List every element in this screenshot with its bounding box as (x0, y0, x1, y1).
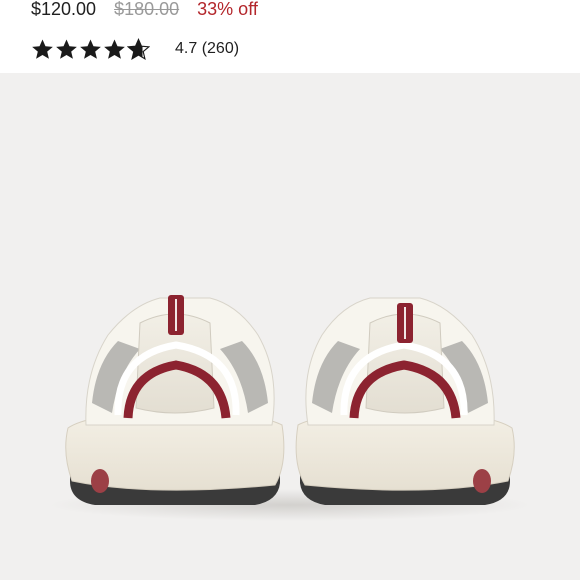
discount-badge: 33% off (197, 0, 258, 19)
right-shoe (295, 297, 515, 505)
star-rating (31, 37, 150, 61)
left-shoe (65, 295, 285, 505)
rating-row[interactable]: 4.7 (260) (31, 37, 239, 61)
star-icon (56, 38, 77, 59)
star-icon (80, 38, 101, 59)
partial-star-icon (127, 37, 150, 60)
star-icon (32, 38, 53, 59)
current-price: $120.00 (31, 0, 97, 19)
sneaker-pair-rear-view (50, 295, 530, 521)
star-icon (104, 38, 125, 59)
product-page: $120.00 $180.00 33% off 4.7 (260) (0, 0, 580, 580)
product-image[interactable] (0, 73, 580, 580)
original-price: $180.00 (114, 0, 180, 19)
price-row: $120.00 $180.00 33% off (31, 0, 258, 20)
rating-summary[interactable]: 4.7 (260) (175, 40, 239, 58)
